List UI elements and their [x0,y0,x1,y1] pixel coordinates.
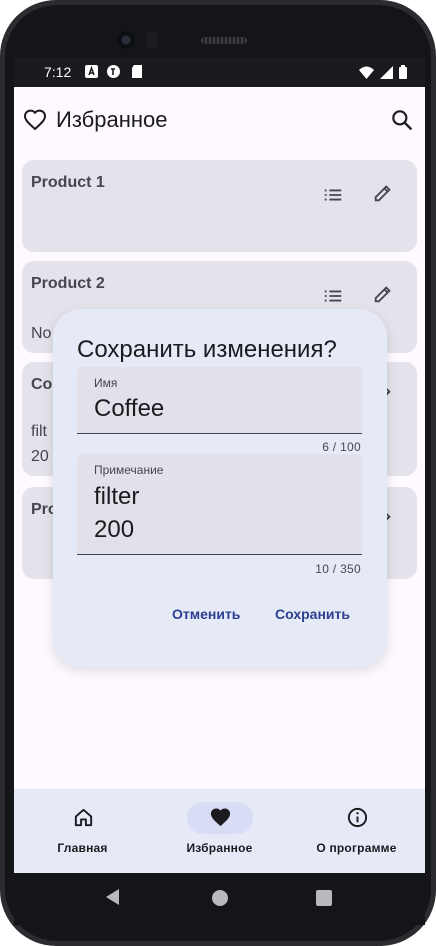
heart-icon [210,808,231,827]
page-title: Избранное [56,107,168,132]
product-card[interactable]: Product 1 [22,160,417,252]
front-camera [117,31,135,49]
name-field-value: Coffee [94,395,165,422]
note-field-value-line: 200 [94,516,135,543]
edit-icon[interactable] [372,182,394,204]
product-note: 20 [31,448,49,465]
product-title: Product 2 [31,275,105,292]
cancel-button[interactable]: Отменить [172,606,240,622]
list-icon[interactable] [322,184,344,206]
note-field[interactable]: Примечание filter 200 [77,454,362,555]
save-changes-dialog: Сохранить изменения? Имя Coffee 6 / 100 … [53,309,387,667]
app-notification-icon [107,65,120,78]
sensor [147,31,157,49]
wifi-icon [359,66,374,79]
product-note: No [31,325,52,342]
save-button[interactable]: Сохранить [275,606,350,622]
dialog-title: Сохранить изменения? [77,336,337,363]
cellular-signal-icon [380,65,393,79]
product-note: filt [31,423,47,440]
nav-item-favorites[interactable]: Избранное [151,789,288,873]
search-icon[interactable] [389,107,415,133]
status-bar: 7:12 [14,57,425,87]
info-icon [347,807,368,828]
sd-card-icon [132,65,142,78]
nav-label: Избранное [186,841,253,855]
note-char-counter: 10 / 350 [315,562,361,576]
battery-icon [399,65,407,79]
product-title: Co [31,376,53,393]
nav-indicator [50,802,116,834]
heart-outline-icon [23,109,47,131]
nav-label: Главная [57,841,108,855]
name-field-label: Имя [94,376,118,390]
list-icon[interactable] [322,285,344,307]
note-field-value-line: filter [94,483,140,510]
nav-indicator [324,802,390,834]
nav-label: О программе [316,841,397,855]
home-button-icon[interactable] [212,890,228,906]
note-field-label: Примечание [94,463,164,477]
system-navigation-bar [14,873,425,925]
nav-indicator [187,802,253,834]
nav-item-home[interactable]: Главная [14,789,151,873]
back-icon[interactable] [106,889,119,905]
status-time: 7:12 [44,64,72,80]
nav-item-about[interactable]: О программе [288,789,425,873]
accessibility-notification-icon [85,65,98,78]
app-screen: 7:12 Избранное Product 1 Product 2 No Co… [14,57,425,873]
status-icons [359,65,407,79]
home-icon [74,808,93,827]
top-app-bar: Избранное [14,87,425,153]
name-field[interactable]: Имя Coffee [77,367,362,434]
earpiece-speaker [201,37,247,44]
product-title: Product 1 [31,174,105,191]
recents-icon[interactable] [316,890,332,906]
bottom-navigation: Главная Избранное О программе [14,789,425,873]
name-char-counter: 6 / 100 [322,440,361,454]
edit-icon[interactable] [372,283,394,305]
